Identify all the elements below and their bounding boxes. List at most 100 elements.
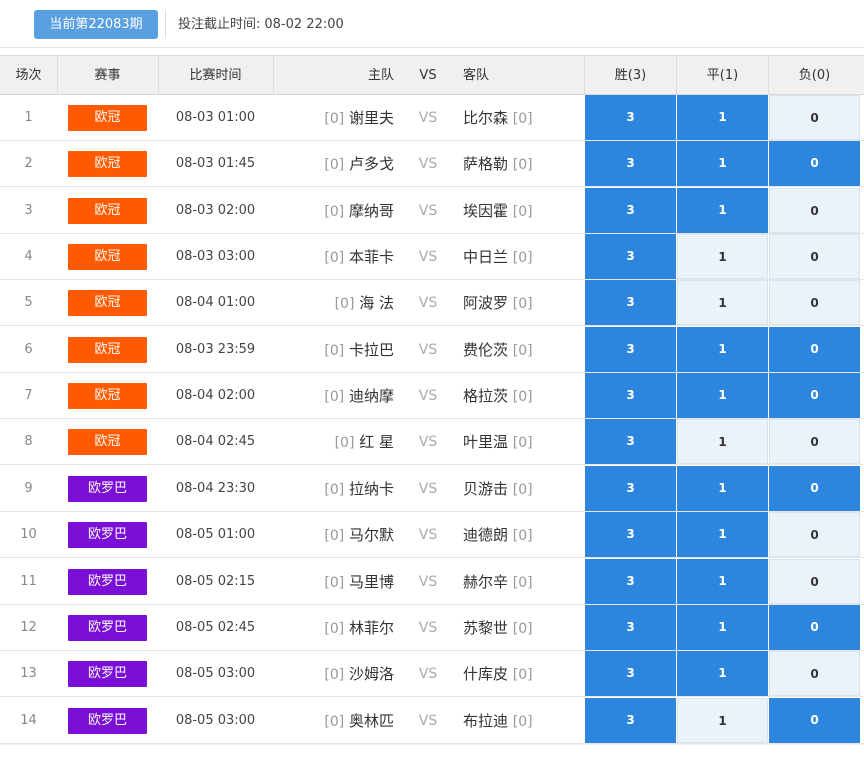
vs-label: VS	[418, 434, 438, 451]
home-handicap: [0]	[324, 111, 345, 127]
vs-label: VS	[418, 527, 438, 544]
home-handicap: [0]	[324, 250, 345, 267]
home-handicap: [0]	[324, 203, 345, 220]
table-row: 13 欧罗巴 08-05 03:00 [0] 沙姆洛 VS 什库皮 [0] 3 1 0	[0, 651, 864, 698]
home-team: 奥林匹	[348, 711, 394, 730]
win-option[interactable]: 3	[585, 280, 676, 326]
table-row: 8 欧冠 08-04 02:45 [0] 红 星 VS 叶里温 [0] 3 1 0	[0, 419, 864, 466]
league-badge: 欧冠	[68, 290, 147, 317]
lose-option[interactable]: 0	[769, 373, 860, 419]
lose-option[interactable]: 0	[769, 465, 860, 511]
league-cell: 欧罗巴	[57, 559, 158, 605]
draw-option[interactable]: 1	[677, 326, 768, 372]
home-team-cell: [0] 迪纳摩	[273, 373, 394, 419]
home-handicap: [0]	[324, 667, 345, 684]
league-badge: 欧罗巴	[68, 661, 147, 688]
home-team-cell: [0] 沙姆洛	[273, 651, 394, 697]
lose-option[interactable]: 0	[769, 651, 860, 697]
away-team: 阿波罗	[463, 294, 509, 313]
draw-option[interactable]: 1	[677, 187, 768, 233]
table-header: 场次 赛事 比赛时间 主队 VS 客队 胜(3) 平(1) 负(0)	[0, 55, 864, 95]
lose-option[interactable]: 0	[769, 512, 860, 558]
match-time: 08-05 02:45	[175, 619, 256, 635]
table-row: 3 欧冠 08-03 02:00 [0] 摩纳哥 VS 埃因霍 [0] 3 1 0	[0, 187, 864, 234]
win-option[interactable]: 3	[585, 558, 676, 604]
home-team: 本菲卡	[348, 248, 394, 267]
home-team-cell: [0] 谢里夫	[273, 95, 394, 141]
win-option[interactable]: 3	[585, 95, 676, 140]
draw-option[interactable]: 1	[677, 141, 768, 187]
current-period-button[interactable]: 当前第22083期	[34, 10, 158, 39]
draw-option[interactable]: 1	[677, 465, 768, 511]
table-row: 9 欧罗巴 08-04 23:30 [0] 拉纳卡 VS 贝游击 [0] 3 1 0	[0, 465, 864, 512]
win-option[interactable]: 3	[585, 419, 676, 465]
away-team: 布拉迪	[463, 711, 509, 730]
win-option[interactable]: 3	[585, 187, 676, 233]
lose-option[interactable]: 0	[769, 419, 860, 465]
win-option[interactable]: 3	[585, 326, 676, 372]
lose-option[interactable]: 0	[769, 326, 860, 372]
draw-option[interactable]: 1	[677, 604, 768, 650]
win-option[interactable]: 3	[585, 651, 676, 697]
away-team-cell: 比尔森 [0]	[463, 95, 584, 141]
league-badge: 欧罗巴	[68, 475, 147, 502]
lose-option[interactable]: 0	[769, 697, 860, 743]
home-handicap: [0]	[334, 435, 355, 452]
league-cell: 欧冠	[57, 419, 158, 465]
away-team-cell: 中日兰 [0]	[463, 234, 584, 280]
away-handicap: [0]	[512, 620, 533, 637]
col-index-header: 场次	[15, 68, 42, 83]
match-index: 12	[20, 619, 37, 635]
draw-option[interactable]: 1	[677, 373, 768, 419]
lose-option[interactable]: 0	[769, 558, 860, 604]
lose-option[interactable]: 0	[769, 95, 860, 140]
away-handicap: [0]	[512, 667, 533, 684]
match-index: 14	[20, 712, 37, 728]
lose-option[interactable]: 0	[769, 234, 860, 280]
vs-label: VS	[418, 619, 438, 636]
league-cell: 欧罗巴	[57, 466, 158, 512]
win-option[interactable]: 3	[585, 234, 676, 280]
league-badge: 欧罗巴	[68, 614, 147, 641]
lose-option[interactable]: 0	[769, 280, 860, 326]
away-team: 叶里温	[463, 433, 509, 452]
home-team: 迪纳摩	[348, 387, 394, 406]
home-team: 谢里夫	[348, 109, 394, 127]
home-team-cell: [0] 卡拉巴	[273, 327, 394, 373]
draw-option[interactable]: 1	[677, 419, 768, 465]
away-team-cell: 苏黎世 [0]	[463, 605, 584, 651]
match-index: 5	[24, 295, 33, 311]
col-vs-header: VS	[419, 68, 437, 83]
win-option[interactable]: 3	[585, 512, 676, 558]
draw-option[interactable]: 1	[677, 234, 768, 280]
league-cell: 欧冠	[57, 188, 158, 234]
match-index: 13	[20, 666, 37, 682]
draw-option[interactable]: 1	[677, 512, 768, 558]
draw-option[interactable]: 1	[677, 558, 768, 604]
match-time: 08-05 03:00	[175, 712, 256, 728]
col-league-header: 赛事	[94, 68, 121, 83]
lose-option[interactable]: 0	[769, 187, 860, 233]
lose-option[interactable]: 0	[769, 141, 860, 187]
draw-option[interactable]: 1	[677, 280, 768, 326]
win-option[interactable]: 3	[585, 697, 676, 743]
away-handicap: [0]	[512, 157, 533, 174]
home-team-cell: [0] 卢多戈	[273, 141, 394, 187]
lose-option[interactable]: 0	[769, 604, 860, 650]
top-bar: 当前第22083期 投注截止时间: 08-02 22:00	[0, 0, 864, 48]
league-cell: 欧冠	[57, 280, 158, 326]
league-badge: 欧罗巴	[68, 522, 147, 549]
draw-option[interactable]: 1	[677, 651, 768, 697]
away-team: 费伦茨	[463, 340, 509, 359]
win-option[interactable]: 3	[585, 604, 676, 650]
win-option[interactable]: 3	[585, 141, 676, 187]
table-row: 1 欧冠 08-03 01:00 [0] 谢里夫 VS 比尔森 [0] 3 1 0	[0, 95, 864, 141]
away-team: 苏黎世	[463, 618, 509, 637]
home-handicap: [0]	[334, 296, 355, 313]
match-time: 08-05 03:00	[175, 666, 256, 682]
draw-option[interactable]: 1	[677, 95, 768, 140]
win-option[interactable]: 3	[585, 465, 676, 511]
home-handicap: [0]	[324, 342, 345, 359]
win-option[interactable]: 3	[585, 373, 676, 419]
draw-option[interactable]: 1	[677, 697, 768, 743]
